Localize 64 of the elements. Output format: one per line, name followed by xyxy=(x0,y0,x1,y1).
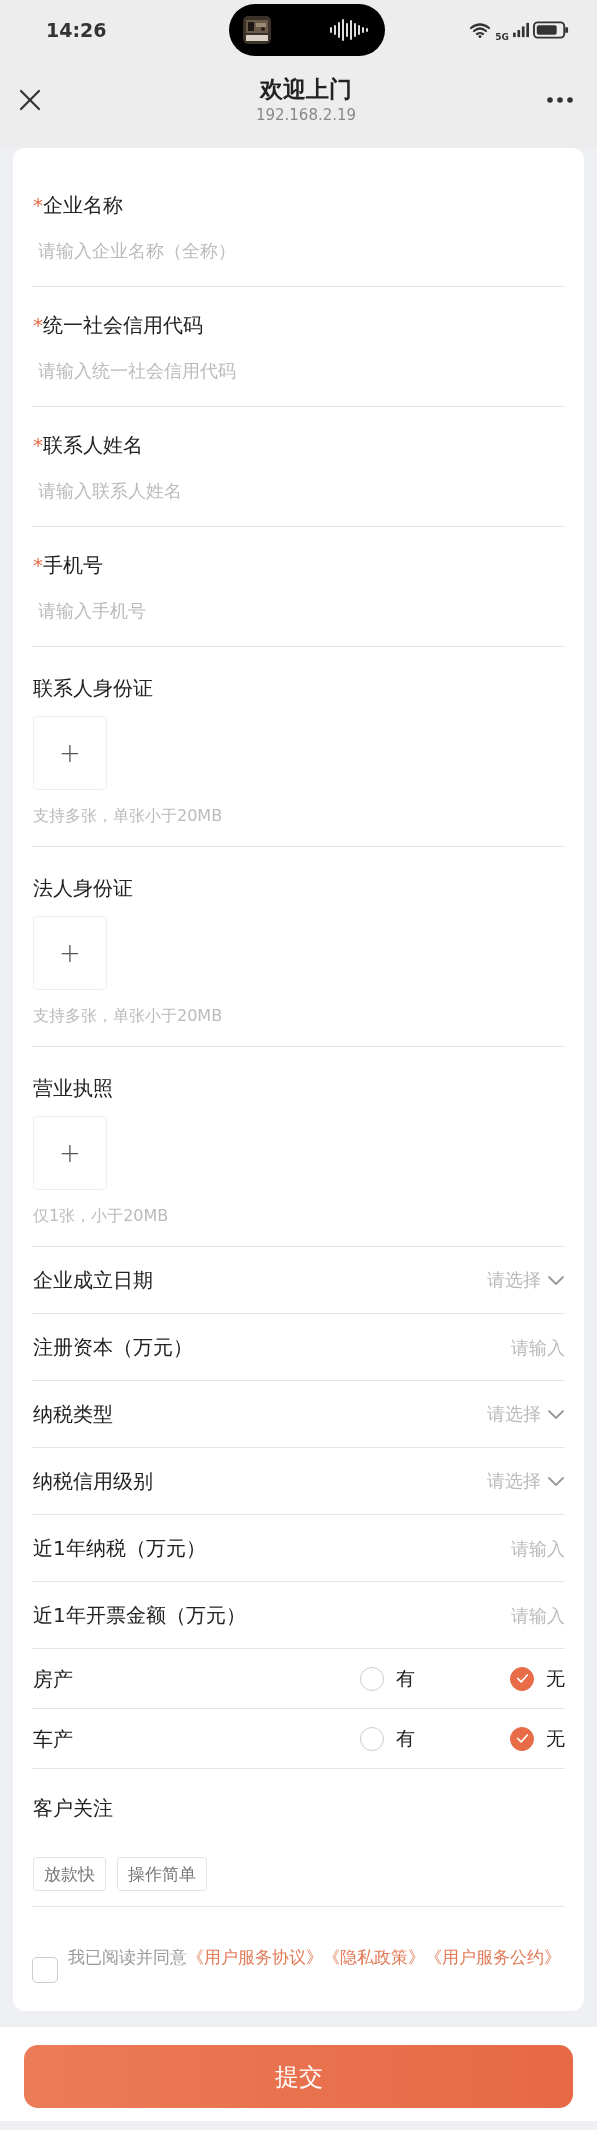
status-time: 14:26 xyxy=(46,19,107,41)
select-field[interactable]: 请选择 xyxy=(487,1469,541,1493)
field-label: 统一社会信用代码 xyxy=(43,313,203,337)
field-label: 营业执照 xyxy=(33,1076,113,1100)
field-label: 法人身份证 xyxy=(33,876,133,900)
field-label: 注册资本（万元） xyxy=(33,1335,193,1359)
radio-button[interactable] xyxy=(510,1726,534,1751)
field-label: 手机号 xyxy=(43,553,103,577)
field-label: 联系人姓名 xyxy=(43,433,143,457)
agreement-text: 我已阅读并同意《用户服务协议》《隐私政策》《用户服务公约》 xyxy=(68,1946,561,1969)
field-label: 近1年纳税（万元） xyxy=(33,1536,206,1560)
upload-hint: 仅1张，小于20MB xyxy=(33,1205,169,1227)
required-mark: * xyxy=(33,433,43,457)
check-icon xyxy=(515,1672,529,1685)
field-label: 客户关注 xyxy=(33,1796,113,1820)
upload-hint: 支持多张，单张小于20MB xyxy=(33,1005,223,1027)
input-field[interactable]: 请输入联系人姓名 xyxy=(33,477,570,505)
page-address: 192.168.2.19 xyxy=(255,105,357,126)
required-mark: * xyxy=(33,553,43,577)
agreement-link[interactable]: 《隐私政策》 xyxy=(323,1947,425,1967)
upload-hint: 支持多张，单张小于20MB xyxy=(33,805,223,827)
signal-icon xyxy=(513,22,529,38)
option-label: 有 xyxy=(396,1665,415,1691)
waveform-icon xyxy=(328,19,369,41)
option-label: 无 xyxy=(546,1665,565,1691)
close-icon[interactable] xyxy=(19,89,41,111)
input-field[interactable]: 请输入企业名称（全称） xyxy=(33,237,570,265)
chevron-down-icon xyxy=(547,1273,565,1287)
agreement-checkbox[interactable] xyxy=(32,1957,58,1983)
input-field[interactable]: 请输入 xyxy=(365,1604,565,1626)
wifi-icon xyxy=(469,22,492,38)
agreement-link[interactable]: 《用户服务协议》 xyxy=(187,1947,323,1967)
battery-icon xyxy=(533,21,569,39)
agreement-link[interactable]: 《用户服务公约》 xyxy=(425,1947,561,1967)
field-label: 车产 xyxy=(33,1726,73,1751)
input-field[interactable]: 请输入手机号 xyxy=(33,597,570,625)
network-label: 5G xyxy=(495,32,509,42)
chevron-down-icon xyxy=(547,1407,565,1421)
submit-button[interactable]: 提交 xyxy=(24,2045,573,2108)
field-label: 近1年开票金额（万元） xyxy=(33,1603,246,1627)
select-field[interactable]: 请选择 xyxy=(487,1402,541,1426)
page-title: 欢迎上门 xyxy=(258,75,353,104)
input-field[interactable]: 请输入 xyxy=(365,1537,565,1559)
upload-button[interactable]: + xyxy=(33,916,107,990)
field-label: 纳税类型 xyxy=(33,1402,113,1426)
tag-chip[interactable]: 操作简单 xyxy=(117,1857,207,1891)
upload-button[interactable]: + xyxy=(33,716,107,790)
option-label: 无 xyxy=(546,1725,565,1751)
tag-chip[interactable]: 放款快 xyxy=(33,1857,106,1891)
more-icon[interactable] xyxy=(547,97,573,103)
chevron-down-icon xyxy=(547,1474,565,1488)
required-mark: * xyxy=(33,193,43,217)
radio-button[interactable] xyxy=(510,1666,534,1691)
input-field[interactable]: 请输入 xyxy=(365,1336,565,1358)
field-label: 联系人身份证 xyxy=(33,676,153,700)
select-field[interactable]: 请选择 xyxy=(487,1268,541,1292)
option-label: 有 xyxy=(396,1725,415,1751)
required-mark: * xyxy=(33,313,43,337)
field-label: 房产 xyxy=(33,1666,73,1691)
field-label: 纳税信用级别 xyxy=(33,1469,153,1493)
check-icon xyxy=(515,1732,529,1745)
upload-button[interactable]: + xyxy=(33,1116,107,1190)
field-label: 企业成立日期 xyxy=(33,1268,153,1292)
field-label: 企业名称 xyxy=(43,193,123,217)
